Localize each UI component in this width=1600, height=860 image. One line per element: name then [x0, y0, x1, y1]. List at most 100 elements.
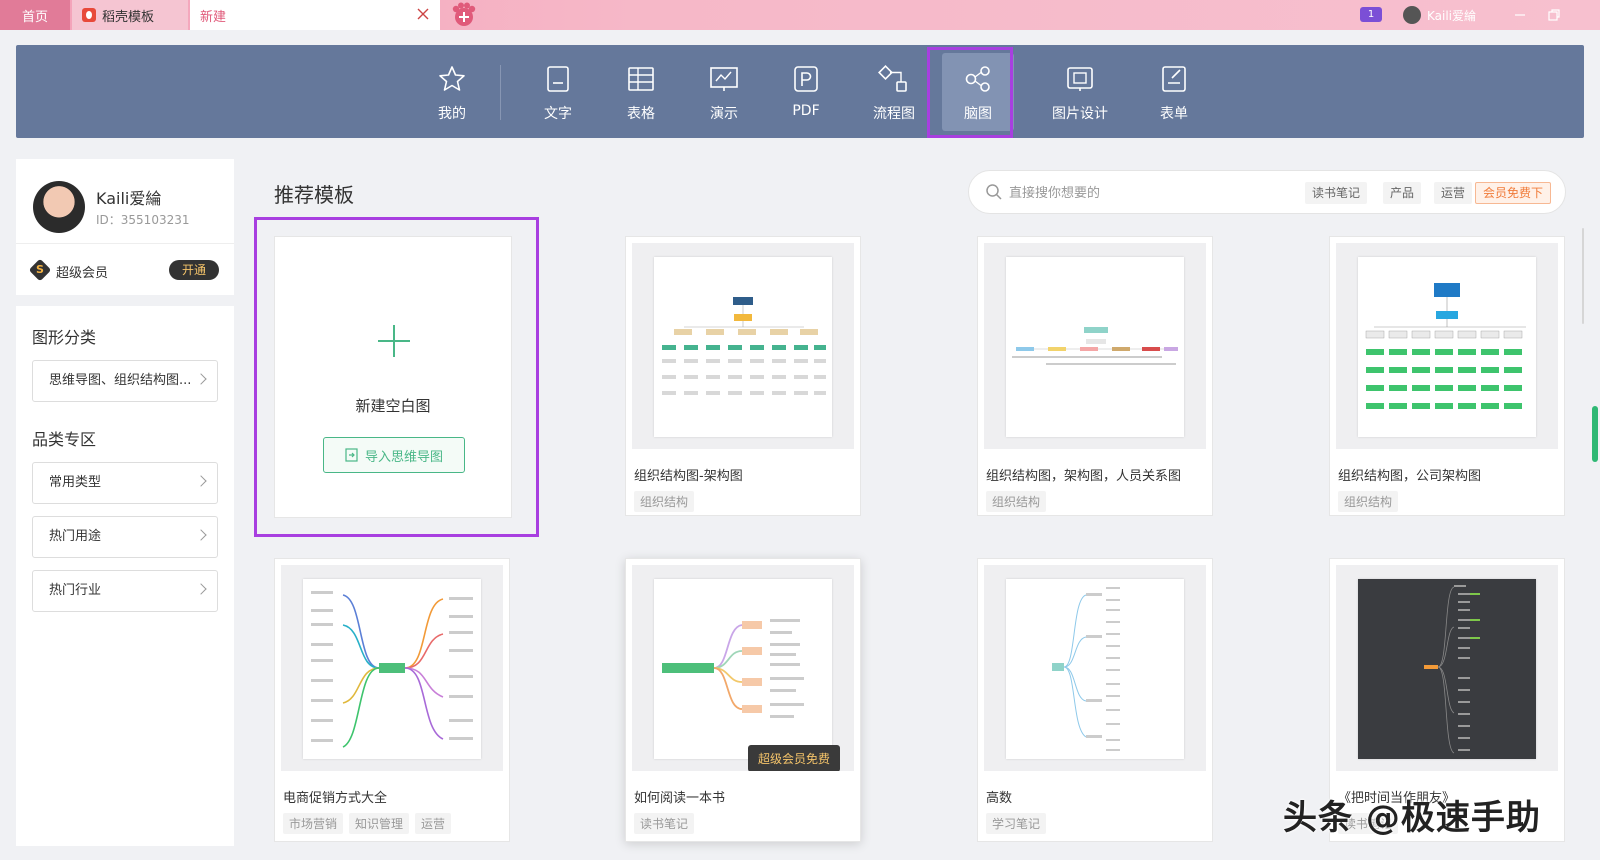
search-chip-operations[interactable]: 运营	[1434, 182, 1473, 204]
user-panel: Kaili爱綸 ID：355103231 S 超级会员 开通	[16, 159, 234, 295]
form-icon	[1162, 66, 1186, 92]
avatar[interactable]	[33, 181, 85, 233]
search-chip-vip-free[interactable]: 会员免费下	[1475, 182, 1552, 204]
search-chip-product[interactable]: 产品	[1383, 182, 1422, 204]
template-card[interactable]: 组织结构图，架构图，人员关系图 组织结构	[977, 236, 1213, 516]
scrollbar-thumb[interactable]	[1592, 406, 1598, 462]
template-thumbnail	[984, 565, 1206, 771]
template-thumbnail	[1336, 243, 1558, 449]
template-card[interactable]: 电商促销方式大全 市场营销 知识管理 运营	[274, 558, 510, 842]
mindmap-preview	[1358, 579, 1536, 759]
tool-text[interactable]: 文字	[522, 53, 594, 131]
category-hot-industries[interactable]: 热门行业	[32, 570, 218, 612]
tab-new[interactable]: 新建	[190, 0, 440, 30]
tool-text-label: 文字	[544, 106, 572, 122]
new-card-highlight-box	[254, 217, 539, 537]
search-input[interactable]	[1009, 182, 1289, 204]
image-design-icon	[1067, 67, 1093, 91]
tool-mine[interactable]: 我的	[416, 53, 488, 131]
category-label: 热门行业	[49, 583, 102, 598]
template-tag[interactable]: 组织结构	[1338, 491, 1399, 512]
mindmap-preview	[303, 579, 481, 759]
tool-pdf[interactable]: PDF	[770, 53, 842, 131]
open-vip-button[interactable]: 开通	[169, 260, 219, 280]
table-icon	[628, 67, 654, 91]
mindmap-highlight-box	[927, 47, 1013, 138]
category-label: 热门用途	[49, 529, 102, 544]
template-title: 电商促销方式大全	[283, 791, 388, 806]
template-thumbnail	[984, 243, 1206, 449]
tab-daoke-label: 稻壳模板	[102, 9, 155, 25]
username: Kaili爱綸	[96, 189, 162, 208]
category-common-types[interactable]: 常用类型	[32, 462, 218, 504]
page-title: 推荐模板	[274, 183, 354, 207]
org-chart-preview	[654, 257, 832, 437]
chevron-right-icon	[195, 373, 207, 385]
template-tag[interactable]: 组织结构	[986, 491, 1047, 512]
chevron-right-icon	[195, 583, 207, 595]
star-icon	[439, 66, 465, 91]
category-hot-uses[interactable]: 热门用途	[32, 516, 218, 558]
template-tag[interactable]: 知识管理	[349, 813, 410, 834]
template-thumbnail	[632, 243, 854, 449]
tool-pdf-label: PDF	[792, 103, 820, 119]
template-card[interactable]: 组织结构图-架构图 组织结构	[625, 236, 861, 516]
tool-flowchart[interactable]: 流程图	[858, 53, 930, 131]
shape-category-select[interactable]: 思维导图、组织结构图...	[32, 360, 218, 402]
tool-presentation-label: 演示	[710, 106, 738, 122]
template-card[interactable]: 高数 学习笔记	[977, 558, 1213, 842]
restore-icon[interactable]	[1546, 7, 1562, 23]
tab-daoke-templates[interactable]: 稻壳模板	[72, 0, 188, 30]
close-icon[interactable]	[416, 7, 430, 21]
template-tag[interactable]: 学习笔记	[986, 813, 1047, 834]
pdf-icon	[794, 66, 818, 92]
template-card[interactable]: 超级会员免费 如何阅读一本书 读书笔记	[625, 558, 861, 842]
tool-form[interactable]: 表单	[1138, 53, 1210, 131]
app-toolbar: 我的 文字 表格 演示 PDF 流程图 脑图 图片设计 表单	[16, 45, 1584, 138]
search-icon	[986, 184, 1002, 200]
flowchart-icon	[878, 65, 907, 92]
titlebar-username[interactable]: Kaili爱綸	[1427, 7, 1476, 24]
shape-category-heading: 图形分类	[32, 328, 97, 347]
document-icon	[547, 66, 569, 92]
template-thumbnail	[281, 565, 503, 771]
scrollbar-track[interactable]	[1582, 228, 1584, 324]
divider	[16, 243, 234, 244]
watermark-text: 头条 @极速手助	[1283, 798, 1541, 838]
search-chip-reading[interactable]: 读书笔记	[1305, 182, 1368, 204]
toolbar-divider	[500, 65, 501, 120]
tool-sheet[interactable]: 表格	[605, 53, 677, 131]
tool-image-design-label: 图片设计	[1052, 106, 1108, 122]
mindmap-preview	[654, 579, 832, 759]
template-card[interactable]: 组织结构图，公司架构图 组织结构	[1329, 236, 1565, 516]
tab-home-label: 首页	[21, 9, 48, 25]
template-tag[interactable]: 市场营销	[283, 813, 344, 834]
tool-form-label: 表单	[1160, 106, 1188, 122]
tab-new-label: 新建	[200, 9, 227, 25]
category-label: 常用类型	[49, 475, 102, 490]
template-thumbnail	[1336, 565, 1558, 771]
template-title: 组织结构图，架构图，人员关系图	[986, 469, 1182, 484]
vip-label: 超级会员	[56, 266, 109, 281]
add-tab-icon[interactable]	[450, 2, 478, 28]
template-title: 高数	[986, 791, 1013, 806]
template-title: 组织结构图-架构图	[634, 469, 743, 484]
daoke-logo-icon	[82, 8, 96, 22]
user-avatar-small[interactable]	[1403, 6, 1421, 24]
presentation-icon	[710, 67, 738, 91]
chevron-right-icon	[195, 529, 207, 541]
tab-home[interactable]: 首页	[0, 0, 70, 30]
minimize-icon[interactable]	[1512, 7, 1528, 23]
tab-bar: 首页 稻壳模板 新建 1 Kaili爱綸	[0, 0, 1600, 30]
category-zone-heading: 品类专区	[32, 430, 97, 449]
org-chart-preview	[1358, 257, 1536, 437]
template-tag[interactable]: 读书笔记	[634, 813, 695, 834]
template-tag[interactable]: 运营	[415, 813, 452, 834]
notification-badge[interactable]: 1	[1360, 7, 1382, 22]
template-tag[interactable]: 组织结构	[634, 491, 695, 512]
tool-image-design[interactable]: 图片设计	[1044, 53, 1116, 131]
shape-category-label: 思维导图、组织结构图...	[49, 373, 192, 388]
tool-flowchart-label: 流程图	[873, 106, 915, 122]
chevron-right-icon	[195, 475, 207, 487]
tool-presentation[interactable]: 演示	[688, 53, 760, 131]
